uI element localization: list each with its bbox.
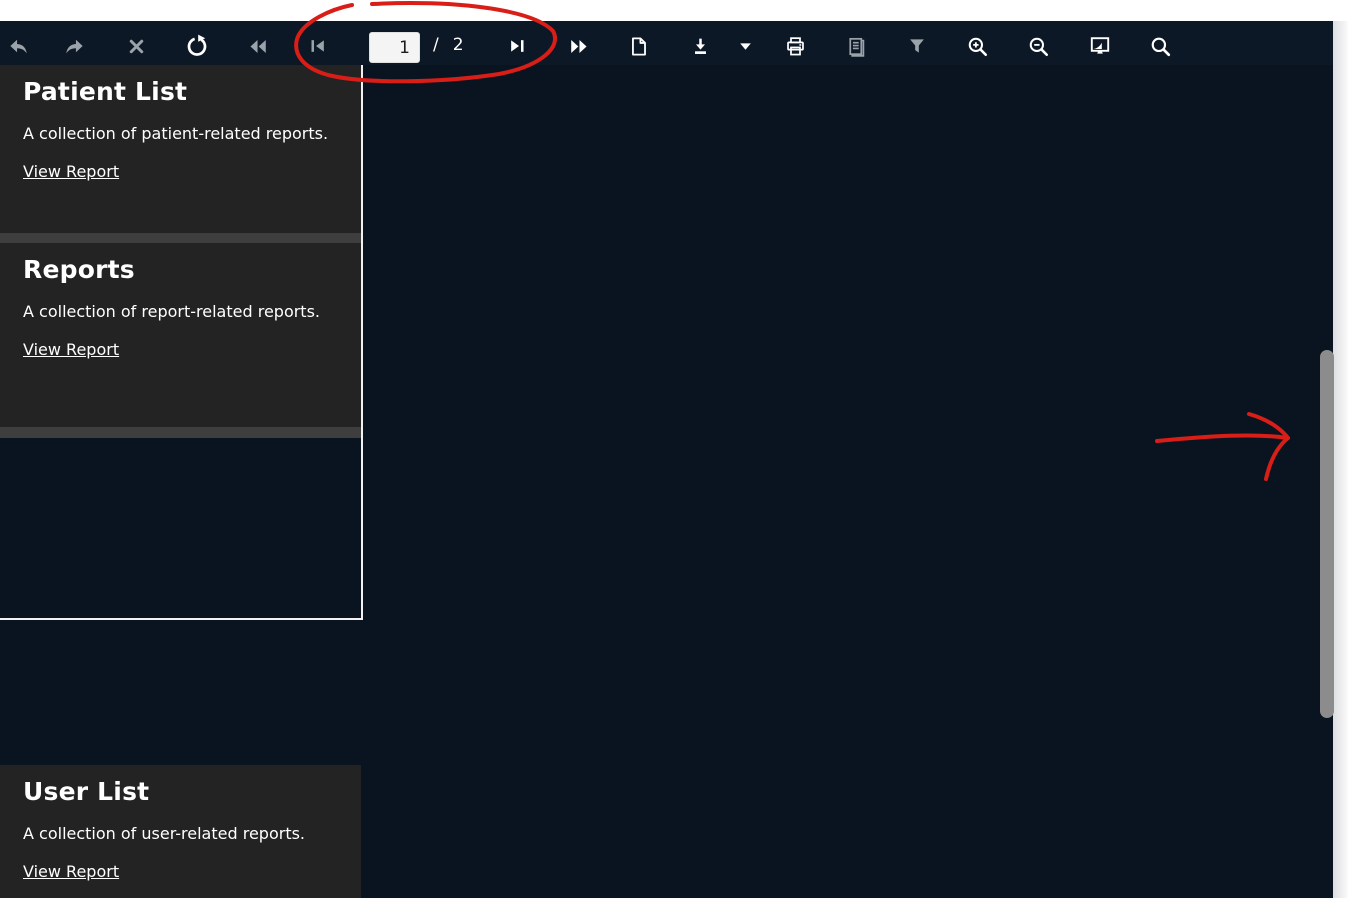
- fast-forward-icon: [570, 39, 587, 53]
- filter-icon: [910, 39, 924, 53]
- rewind-icon: [249, 39, 266, 53]
- fast-forward-button[interactable]: [566, 34, 590, 58]
- print-button[interactable]: [783, 34, 807, 58]
- zoom-out-icon: [1029, 37, 1048, 56]
- refresh-icon: [187, 34, 207, 56]
- next-page-icon: [511, 40, 524, 52]
- back-icon: [9, 39, 27, 53]
- zoom-out-button[interactable]: [1026, 34, 1050, 58]
- back-button[interactable]: [6, 34, 30, 58]
- card-title: Patient List: [23, 77, 188, 106]
- browser-scrollbar-track[interactable]: [1333, 21, 1348, 898]
- download-icon: [694, 38, 706, 54]
- close-icon: [129, 39, 143, 53]
- page-number-input[interactable]: [369, 32, 420, 63]
- new-document-button[interactable]: [626, 34, 650, 58]
- report-page-2: User List A collection of user-related r…: [0, 765, 361, 898]
- report-page-1: Patient List A collection of patient-rel…: [0, 65, 363, 620]
- zoom-in-icon: [968, 37, 987, 56]
- rewind-button[interactable]: [246, 34, 270, 58]
- close-button[interactable]: [124, 34, 148, 58]
- card-title: Reports: [23, 255, 135, 284]
- download-button[interactable]: [688, 34, 712, 58]
- page-separator: /: [433, 35, 439, 55]
- print-icon: [786, 36, 804, 55]
- browser-top-strip: [0, 0, 1348, 21]
- document-icon: [631, 36, 646, 56]
- first-page-button[interactable]: [306, 34, 330, 58]
- search-icon: [1151, 37, 1170, 56]
- view-report-link-user-list[interactable]: View Report: [23, 862, 119, 881]
- report-card-reports: Reports A collection of report-related r…: [0, 243, 361, 427]
- zoom-in-button[interactable]: [965, 34, 989, 58]
- fit-screen-icon: [1090, 37, 1110, 54]
- view-report-link-reports[interactable]: View Report: [23, 340, 119, 359]
- card-separator: [0, 233, 361, 243]
- refresh-button[interactable]: [185, 34, 209, 58]
- first-page-icon: [311, 40, 324, 52]
- report-card-patient-list: Patient List A collection of patient-rel…: [0, 65, 361, 233]
- next-page-button[interactable]: [505, 34, 529, 58]
- print-layout-button[interactable]: [844, 34, 868, 58]
- forward-button[interactable]: [62, 34, 86, 58]
- card-description: A collection of report-related reports.: [23, 302, 320, 321]
- view-report-link-patient-list[interactable]: View Report: [23, 162, 119, 181]
- fit-screen-button[interactable]: [1088, 34, 1112, 58]
- search-button[interactable]: [1148, 34, 1172, 58]
- caret-down-icon: [739, 42, 751, 50]
- download-options-button[interactable]: [733, 34, 757, 58]
- filter-button[interactable]: [905, 34, 929, 58]
- card-title: User List: [23, 777, 150, 806]
- red-arrow-annotation: [1155, 412, 1290, 481]
- card-description: A collection of patient-related reports.: [23, 124, 329, 143]
- page-total-value: 2: [452, 35, 464, 55]
- report-viewer-toolbar: / 2: [0, 21, 1333, 65]
- viewer-scrollbar-thumb[interactable]: [1320, 350, 1334, 718]
- forward-icon: [65, 39, 83, 53]
- print-layout-icon: [848, 37, 864, 57]
- page-count: / 2: [433, 35, 464, 55]
- card-description: A collection of user-related reports.: [23, 824, 306, 843]
- card-separator: [0, 427, 361, 438]
